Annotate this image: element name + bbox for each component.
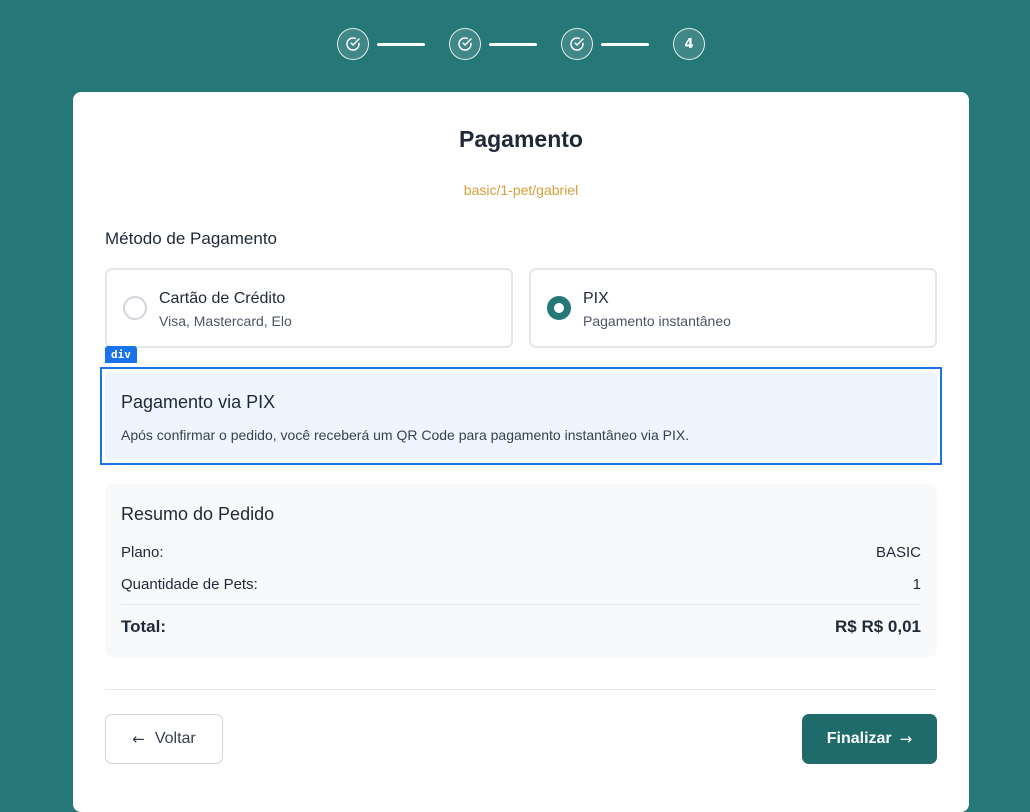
arrow-right-icon: →: [899, 730, 913, 748]
back-button[interactable]: ← Voltar: [105, 714, 223, 764]
arrow-left-icon: ←: [132, 730, 145, 748]
check-circle-icon: [346, 37, 360, 51]
page-title: Pagamento: [459, 126, 583, 152]
order-summary: Resumo do Pedido Plano: BASIC Quantidade…: [105, 484, 937, 657]
pix-info-box: Pagamento via PIX Após confirmar o pedid…: [105, 372, 937, 460]
total-label: Total:: [121, 617, 167, 636]
checkout-card: Pagamento basic/1-pet/gabriel Método de …: [73, 92, 969, 812]
step-3-complete: [561, 28, 593, 60]
summary-title: Resumo do Pedido: [121, 504, 275, 524]
check-circle-icon: [570, 37, 584, 51]
summary-row-pets: Quantidade de Pets: 1: [121, 576, 921, 593]
finish-button[interactable]: Finalizar →: [802, 714, 937, 764]
radio-checked[interactable]: [547, 296, 571, 320]
summary-row-label: Plano:: [121, 544, 164, 561]
inspector-element-tag: div: [105, 346, 137, 363]
payment-option-credit-card[interactable]: Cartão de Crédito Visa, Mastercard, Elo: [105, 268, 513, 348]
payment-option-pix[interactable]: PIX Pagamento instantâneo: [529, 268, 937, 348]
back-button-label: Voltar: [154, 730, 196, 747]
step-connector: [489, 42, 537, 46]
finish-button-label: Finalizar: [826, 730, 892, 747]
payment-method-label: Método de Pagamento: [105, 229, 278, 248]
summary-row-value: 1: [912, 576, 921, 593]
payment-option-description: Visa, Mastercard, Elo: [159, 313, 292, 329]
step-1-complete: [337, 28, 369, 60]
payment-option-title: Cartão de Crédito: [159, 290, 286, 307]
summary-row-label: Quantidade de Pets:: [121, 576, 258, 593]
footer-divider: [105, 689, 937, 690]
summary-divider: [121, 604, 921, 605]
summary-row-plan: Plano: BASIC: [121, 544, 921, 561]
radio-unchecked[interactable]: [123, 296, 147, 320]
pix-info-text: Após confirmar o pedido, você receberá u…: [121, 427, 690, 443]
pix-info-title: Pagamento via PIX: [121, 392, 276, 412]
step-connector: [601, 42, 649, 46]
plan-path-subtitle: basic/1-pet/gabriel: [463, 182, 579, 198]
payment-option-description: Pagamento instantâneo: [583, 313, 731, 329]
summary-row-value: BASIC: [875, 544, 921, 561]
payment-option-title: PIX: [583, 290, 609, 307]
summary-row-total: Total: R$ R$ 0,01: [121, 617, 921, 637]
step-4-current: 4: [673, 28, 705, 60]
step-connector: [377, 42, 425, 46]
total-value: R$ R$ 0,01: [835, 617, 921, 636]
check-circle-icon: [458, 37, 472, 51]
step-2-complete: [449, 28, 481, 60]
progress-stepper: 4: [337, 28, 705, 60]
